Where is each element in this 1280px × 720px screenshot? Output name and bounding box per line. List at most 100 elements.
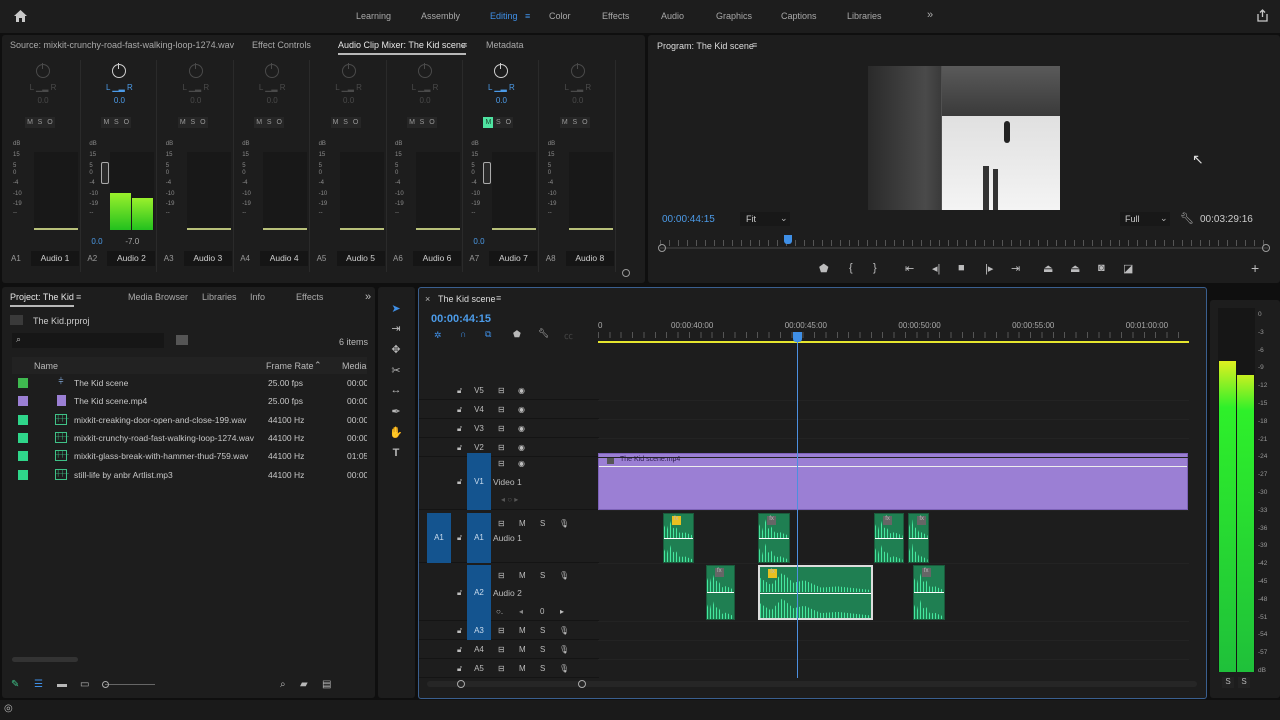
snap-icon[interactable]: ∩ bbox=[460, 329, 467, 339]
channel-name[interactable]: Audio 4 bbox=[260, 251, 309, 266]
solo-right-button[interactable]: S bbox=[1238, 677, 1250, 688]
pan-value[interactable]: 0.0 bbox=[158, 96, 234, 105]
workspace-tab-graphics[interactable]: Graphics bbox=[716, 11, 752, 21]
track-target-a4[interactable]: A4 bbox=[467, 645, 491, 654]
channel-name[interactable]: Audio 7 bbox=[489, 251, 538, 266]
scrub-bar[interactable] bbox=[660, 247, 1268, 249]
scroll-handle[interactable] bbox=[622, 269, 630, 277]
horizontal-scrollbar[interactable] bbox=[12, 657, 78, 662]
solo-track-button[interactable]: S bbox=[540, 571, 545, 580]
pan-knob[interactable] bbox=[341, 63, 356, 78]
track-target-a1[interactable]: A1 bbox=[467, 513, 491, 563]
mute-button[interactable]: M bbox=[407, 117, 417, 128]
voice-over-record-icon[interactable]: 🎙︎ bbox=[559, 626, 569, 635]
resolution-dropdown[interactable]: Full ⌄ bbox=[1120, 212, 1170, 226]
more-workspaces-button[interactable]: » bbox=[927, 9, 933, 21]
toggle-output-eye-icon[interactable]: ◉ bbox=[518, 424, 525, 433]
workspace-menu-icon[interactable]: ≡ bbox=[525, 11, 530, 21]
project-item[interactable]: The Kid scene.mp4 25.00 fps 00:00 bbox=[12, 392, 367, 410]
record-button[interactable]: O bbox=[427, 117, 437, 128]
lock-icon[interactable]: 🔓︎ bbox=[457, 386, 462, 396]
project-panel-tab[interactable]: Libraries bbox=[202, 292, 237, 302]
timeline-scrollbar[interactable] bbox=[427, 681, 1197, 687]
track-target-v2[interactable]: V2 bbox=[467, 443, 491, 452]
track-area[interactable]: The Kid scene.mp4 fx fx fx fx fx fx fx bbox=[598, 346, 1189, 676]
freeform-view-icon[interactable]: ▭ bbox=[80, 679, 89, 690]
fader-value[interactable]: 0.0 bbox=[91, 237, 102, 246]
pan-value[interactable]: 0.0 bbox=[540, 96, 616, 105]
scroll-end-handle[interactable] bbox=[578, 680, 586, 688]
home-icon[interactable] bbox=[13, 9, 28, 23]
record-button[interactable]: O bbox=[350, 117, 361, 128]
program-timecode[interactable]: 00:00:44:15 bbox=[662, 214, 715, 225]
time-ruler[interactable]: 0 00:00:40:00 00:00:45:00 00:00:50:00 00:00:… bbox=[598, 318, 1189, 344]
keyframe-nav[interactable]: ◂ ○ ▸ bbox=[501, 495, 518, 504]
close-icon[interactable]: × bbox=[425, 294, 430, 304]
mute-button[interactable]: M bbox=[101, 117, 112, 128]
audio-clip[interactable]: fx bbox=[705, 565, 736, 620]
add-marker-icon[interactable]: ⬟ bbox=[819, 262, 829, 275]
volume-keyframe-icon[interactable]: ○. bbox=[496, 607, 503, 616]
pan-value[interactable]: 0.0 bbox=[234, 96, 310, 105]
program-playhead[interactable] bbox=[783, 235, 792, 244]
solo-button[interactable]: S bbox=[187, 117, 198, 128]
track-target-a3[interactable]: A3 bbox=[467, 621, 491, 640]
track-target-v4[interactable]: V4 bbox=[467, 405, 491, 414]
sequence-timecode[interactable]: 00:00:44:15 bbox=[431, 313, 491, 325]
solo-button[interactable]: S bbox=[340, 117, 351, 128]
slip-tool-icon[interactable]: ↔ bbox=[389, 384, 403, 396]
volume-fader[interactable] bbox=[483, 162, 492, 184]
column-media-start[interactable]: Media bbox=[342, 361, 367, 371]
zoom-slider-handle[interactable] bbox=[102, 681, 109, 688]
source-patch-a1[interactable]: A1 bbox=[427, 513, 451, 563]
project-panel-tab[interactable]: Effects bbox=[296, 292, 323, 302]
project-item[interactable]: ┼┼┼ mixkit-crunchy-road-fast-walking-loop… bbox=[12, 429, 367, 447]
label-color-swatch[interactable] bbox=[18, 378, 28, 388]
record-button[interactable]: O bbox=[121, 117, 132, 128]
track-target-v3[interactable]: V3 bbox=[467, 424, 491, 433]
pan-value[interactable]: 0.0 bbox=[463, 96, 539, 105]
mute-button[interactable]: M bbox=[25, 117, 35, 128]
background-tasks-icon[interactable]: ◎ bbox=[4, 703, 13, 714]
pencil-icon[interactable]: ✎ bbox=[11, 679, 19, 690]
toggle-output-eye-icon[interactable]: ◉ bbox=[518, 459, 525, 468]
workspace-tab-learning[interactable]: Learning bbox=[356, 11, 391, 21]
voice-over-record-icon[interactable]: 🎙︎ bbox=[559, 519, 569, 528]
pan-knob[interactable] bbox=[188, 63, 203, 78]
pan-value[interactable]: 0.0 bbox=[311, 96, 387, 105]
extract-icon[interactable]: ⏏ bbox=[1070, 262, 1080, 275]
more-panels-icon[interactable]: » bbox=[365, 291, 371, 303]
column-name[interactable]: Name bbox=[34, 361, 58, 371]
pan-value[interactable]: 0.0 bbox=[387, 96, 463, 105]
wrench-icon[interactable]: 🔧︎ bbox=[1180, 212, 1194, 225]
keyframe-nav[interactable]: ◂ bbox=[519, 607, 523, 616]
panel-menu-icon[interactable]: ≡ bbox=[462, 40, 467, 50]
panel-menu-icon[interactable]: ≡ bbox=[496, 293, 501, 303]
panel-tab[interactable]: Effect Controls bbox=[252, 40, 311, 50]
panel-tab[interactable]: Audio Clip Mixer: The Kid scene bbox=[338, 40, 466, 55]
solo-left-button[interactable]: S bbox=[1222, 677, 1234, 688]
track-target-v5[interactable]: V5 bbox=[467, 386, 491, 395]
linked-selection-icon[interactable]: ⧉ bbox=[485, 329, 491, 340]
mute-track-button[interactable]: M bbox=[519, 645, 526, 654]
solo-track-button[interactable]: S bbox=[540, 664, 545, 673]
record-button[interactable]: O bbox=[579, 117, 590, 128]
pan-knob[interactable] bbox=[418, 63, 432, 78]
toggle-output-eye-icon[interactable]: ◉ bbox=[518, 405, 525, 414]
captions-icon[interactable]: ㏄ bbox=[564, 329, 573, 342]
solo-button[interactable]: S bbox=[569, 117, 580, 128]
project-item[interactable]: ┼┼┼ mixkit-glass-break-with-hammer-thud-7… bbox=[12, 447, 367, 465]
pan-value[interactable]: 0.0 bbox=[81, 96, 157, 105]
mute-track-button[interactable]: M bbox=[519, 626, 526, 635]
wrench-icon[interactable]: 🔧︎ bbox=[538, 328, 549, 339]
sync-lock-icon[interactable]: ⊟ bbox=[498, 443, 505, 452]
step-back-icon[interactable]: ◂| bbox=[932, 262, 940, 275]
panel-tab[interactable]: Source: mixkit-crunchy-road-fast-walking… bbox=[10, 40, 234, 50]
record-button[interactable]: O bbox=[45, 117, 55, 128]
audio-clip[interactable]: fx bbox=[908, 513, 929, 563]
pen-tool-icon[interactable]: ✒ bbox=[389, 405, 403, 418]
sync-lock-icon[interactable]: ⊟ bbox=[498, 626, 505, 635]
go-to-in-icon[interactable]: ⇤ bbox=[905, 262, 914, 275]
label-color-swatch[interactable] bbox=[18, 469, 28, 480]
solo-track-button[interactable]: S bbox=[540, 626, 545, 635]
